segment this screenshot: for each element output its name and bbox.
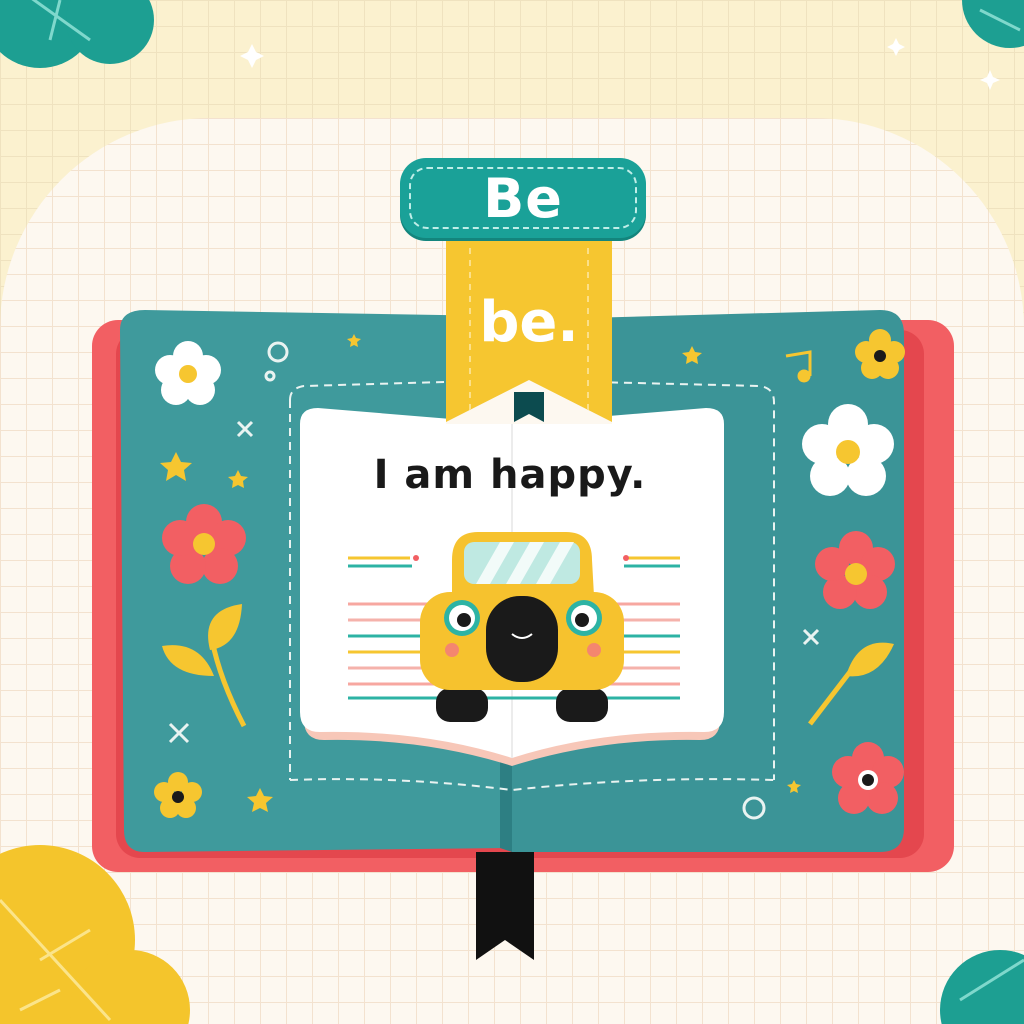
page-sentence: I am happy. bbox=[373, 452, 647, 498]
corner-leaf-top-left-icon bbox=[0, 0, 154, 68]
bookmark-tag-label: Be bbox=[483, 166, 563, 230]
illustration bbox=[0, 0, 1024, 1024]
book-ribbon-tail bbox=[476, 852, 534, 960]
ribbon-label: be. bbox=[479, 290, 579, 355]
corner-leaf-top-right-icon bbox=[962, 0, 1024, 48]
sparkle-icon bbox=[240, 38, 1000, 90]
bookmark-tag: Be bbox=[400, 158, 646, 238]
corner-leaf-bottom-right-icon bbox=[940, 950, 1024, 1024]
